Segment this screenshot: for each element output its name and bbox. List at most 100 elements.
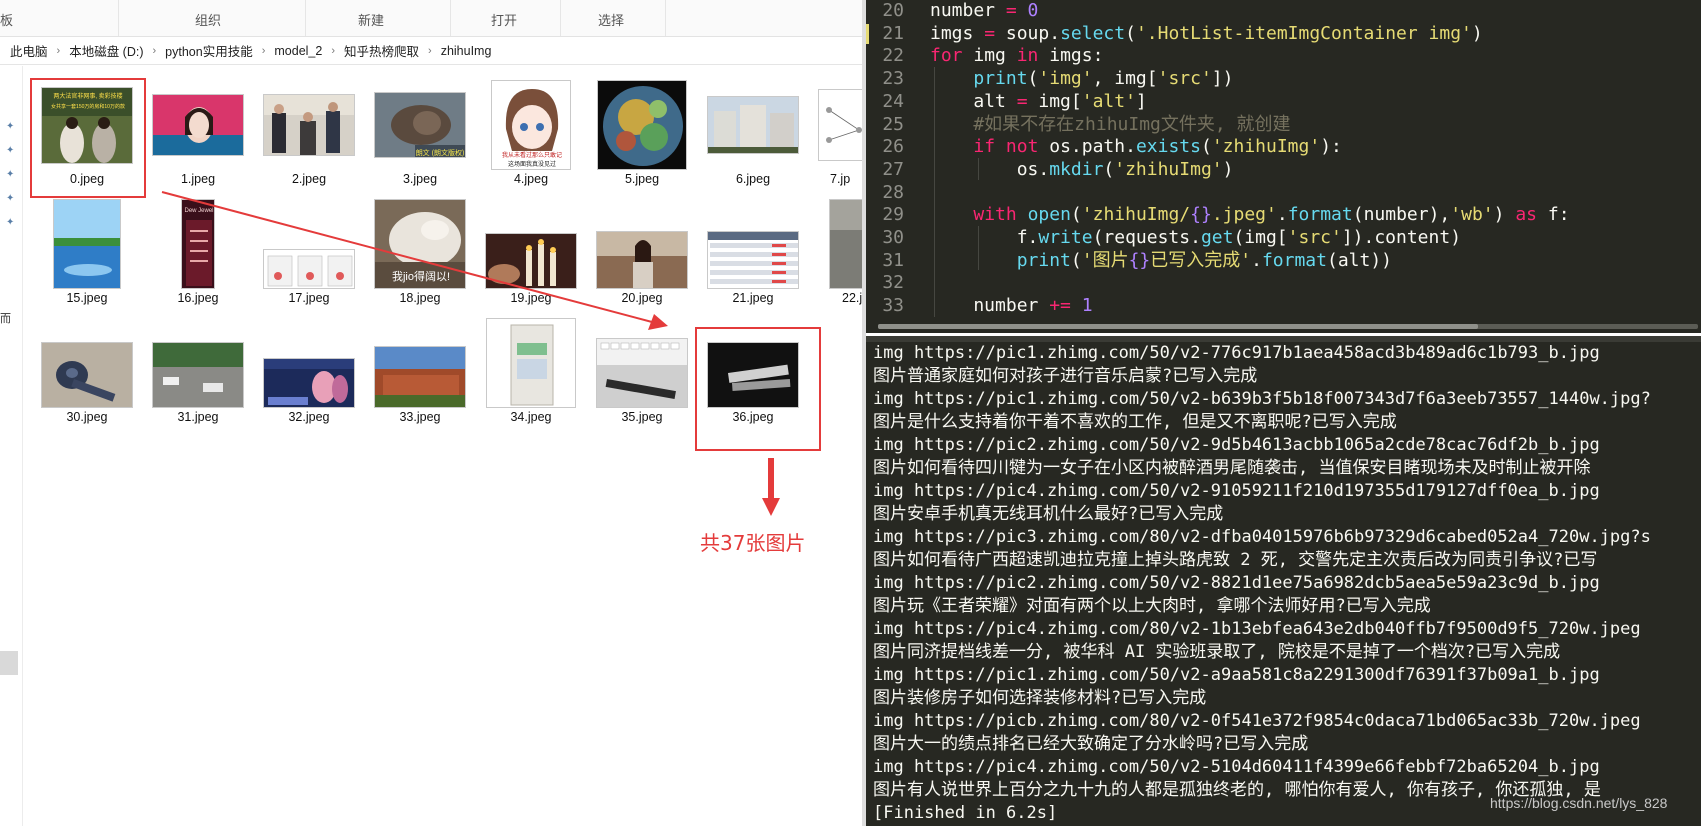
file-tile[interactable]: 34.jpeg (476, 318, 586, 428)
image-thumbnail (596, 338, 688, 408)
file-tile[interactable]: 我从未看过那么只敢记 这场面我真没见过 4.jpeg (476, 80, 586, 190)
file-tile[interactable]: 6.jpeg (698, 80, 808, 190)
file-name: 2.jpeg (291, 172, 327, 186)
console-line: img https://pic2.zhimg.com/50/v2-9d5b461… (873, 435, 1600, 455)
thumbnail-caption: 我jio得阔以! (392, 270, 450, 283)
line-number: 28 (882, 181, 904, 203)
console-finished-line: [Finished in 6.2s] (873, 803, 1058, 823)
line-number: 31 (882, 249, 904, 271)
file-tile[interactable]: 19.jpeg (476, 199, 586, 309)
breadcrumb-item-drive[interactable]: 本地磁盘 (D:) (69, 41, 143, 60)
thumbnail-caption: 我从未看过那么只敢记 (502, 151, 562, 159)
pin-icon[interactable]: ✦ (6, 146, 15, 156)
line-number: 32 (882, 272, 904, 294)
build-output-panel[interactable]: img https://pic1.zhimg.com/50/v2-776c917… (866, 336, 1701, 826)
highlight-box-first-file (30, 78, 146, 198)
image-thumbnail (818, 89, 862, 161)
console-line: img https://pic4.zhimg.com/80/v2-1b13ebf… (873, 619, 1641, 639)
file-tile[interactable]: 朗文 (朗文版权) 3.jpeg (365, 80, 475, 190)
editor-scrollbar-thumb[interactable] (878, 324, 1478, 329)
pin-icon[interactable]: ✦ (6, 170, 15, 180)
file-tile[interactable]: 33.jpeg (365, 318, 475, 428)
breadcrumb-item-zhihuimg[interactable]: zhihuImg (441, 44, 492, 58)
nav-scrollbar-thumb[interactable] (0, 651, 18, 675)
console-line: 图片同济提档线差一分, 被华科 AI 实验班录取了, 院校是不是掉了一个档次?已… (873, 642, 1561, 662)
chevron-right-icon: › (261, 44, 266, 57)
ribbon-group-new[interactable]: 新建 (358, 10, 384, 29)
image-thumbnail (596, 231, 688, 289)
console-line: 图片安卓手机真无线耳机什么最好?已写入完成 (873, 504, 1224, 524)
file-name: 1.jpeg (180, 172, 216, 186)
ribbon-group-open[interactable]: 打开 (491, 10, 517, 29)
console-line: 图片玩《王者荣耀》对面有两个以上大肉时, 拿哪个法师好用?已写入完成 (873, 596, 1431, 616)
image-thumbnail (707, 231, 799, 289)
highlight-box-last-file (695, 327, 821, 451)
file-tile[interactable]: Dew Jewel 16.jpeg (143, 199, 253, 309)
file-name: 5.jpeg (624, 172, 660, 186)
breadcrumb-item-model2[interactable]: model_2 (274, 44, 322, 58)
image-thumbnail (486, 318, 576, 408)
file-tile[interactable]: 22.j (809, 199, 862, 309)
file-tile[interactable]: 我jio得阔以! 18.jpeg (365, 199, 475, 309)
file-name: 7.jp (830, 172, 851, 186)
navigation-pane: ✦ ✦ ✦ ✦ ✦ 而 (0, 66, 23, 826)
file-name: 32.jpeg (288, 410, 330, 424)
image-thumbnail (829, 199, 862, 289)
console-line: img https://pic1.zhimg.com/50/v2-a9aa581… (873, 665, 1600, 685)
file-name: 34.jpeg (510, 410, 552, 424)
line-number: 27 (882, 158, 904, 180)
file-tile[interactable]: 35.jpeg (587, 318, 697, 428)
line-number: 23 (882, 68, 904, 90)
file-explorer-window: 板 组织 新建 打开 选择 此电脑 › 本地磁盘 (D:) › python实用… (0, 0, 862, 826)
file-name: 17.jpeg (288, 291, 330, 305)
file-tile[interactable]: 7.jp (809, 80, 862, 190)
file-tile[interactable]: 32.jpeg (254, 318, 364, 428)
image-thumbnail (152, 342, 244, 408)
line-number: 21 (882, 22, 904, 44)
breadcrumb-item-zhihu-crawl[interactable]: 知乎热榜爬取 (344, 41, 419, 60)
line-number: 33 (882, 295, 904, 317)
pin-icon[interactable]: ✦ (6, 122, 15, 132)
breadcrumb[interactable]: 此电脑 › 本地磁盘 (D:) › python实用技能 › model_2 ›… (0, 37, 862, 65)
console-line: img https://pic4.zhimg.com/50/v2-5104d60… (873, 757, 1600, 777)
file-tile[interactable]: 5.jpeg (587, 80, 697, 190)
nav-item-label[interactable]: 而 (0, 310, 11, 326)
image-thumbnail (374, 346, 466, 408)
file-tile[interactable]: 2.jpeg (254, 80, 364, 190)
console-line: img https://pic3.zhimg.com/80/v2-dfba040… (873, 527, 1651, 547)
image-thumbnail: 朗文 (朗文版权) (374, 92, 466, 158)
image-thumbnail (41, 342, 133, 408)
file-tile[interactable]: 31.jpeg (143, 318, 253, 428)
file-name: 3.jpeg (402, 172, 438, 186)
file-tile[interactable]: 20.jpeg (587, 199, 697, 309)
file-name: 19.jpeg (510, 291, 552, 305)
file-name: 4.jpeg (513, 172, 549, 186)
file-tile[interactable]: 17.jpeg (254, 199, 364, 309)
image-thumbnail (53, 199, 121, 289)
thumbnail-caption: 这场面我真没见过 (508, 160, 556, 168)
file-tile[interactable]: 30.jpeg (32, 318, 142, 428)
console-line: img https://pic2.zhimg.com/50/v2-8821d1e… (873, 573, 1600, 593)
image-thumbnail: 我jio得阔以! (374, 199, 466, 289)
file-name: 30.jpeg (66, 410, 108, 424)
console-line: img https://pic4.zhimg.com/50/v2-9105921… (873, 481, 1600, 501)
ribbon-toolbar: 板 组织 新建 打开 选择 (0, 0, 862, 37)
pin-icon[interactable]: ✦ (6, 218, 15, 228)
line-number: 20 (882, 0, 904, 21)
pin-icon[interactable]: ✦ (6, 194, 15, 204)
ribbon-group-clipboard[interactable]: 板 (0, 10, 13, 29)
line-number: 26 (882, 136, 904, 158)
breadcrumb-item-python-skills[interactable]: python实用技能 (165, 41, 253, 60)
console-line: 图片普通家庭如何对孩子进行音乐启蒙?已写入完成 (873, 366, 1258, 386)
ribbon-separator (665, 0, 666, 36)
image-thumbnail (597, 80, 687, 170)
breadcrumb-item-this-pc[interactable]: 此电脑 (10, 41, 48, 60)
file-tile[interactable]: 1.jpeg (143, 80, 253, 190)
chevron-right-icon: › (428, 44, 432, 57)
code-editor[interactable]: 20 number = 0 21 imgs = soup.select('.HotL… (866, 0, 1701, 333)
ribbon-group-select[interactable]: 选择 (598, 10, 624, 29)
file-name: 6.jpeg (735, 172, 771, 186)
file-tile[interactable]: 15.jpeg (32, 199, 142, 309)
file-tile[interactable]: 21.jpeg (698, 199, 808, 309)
ribbon-group-organize[interactable]: 组织 (195, 10, 221, 29)
